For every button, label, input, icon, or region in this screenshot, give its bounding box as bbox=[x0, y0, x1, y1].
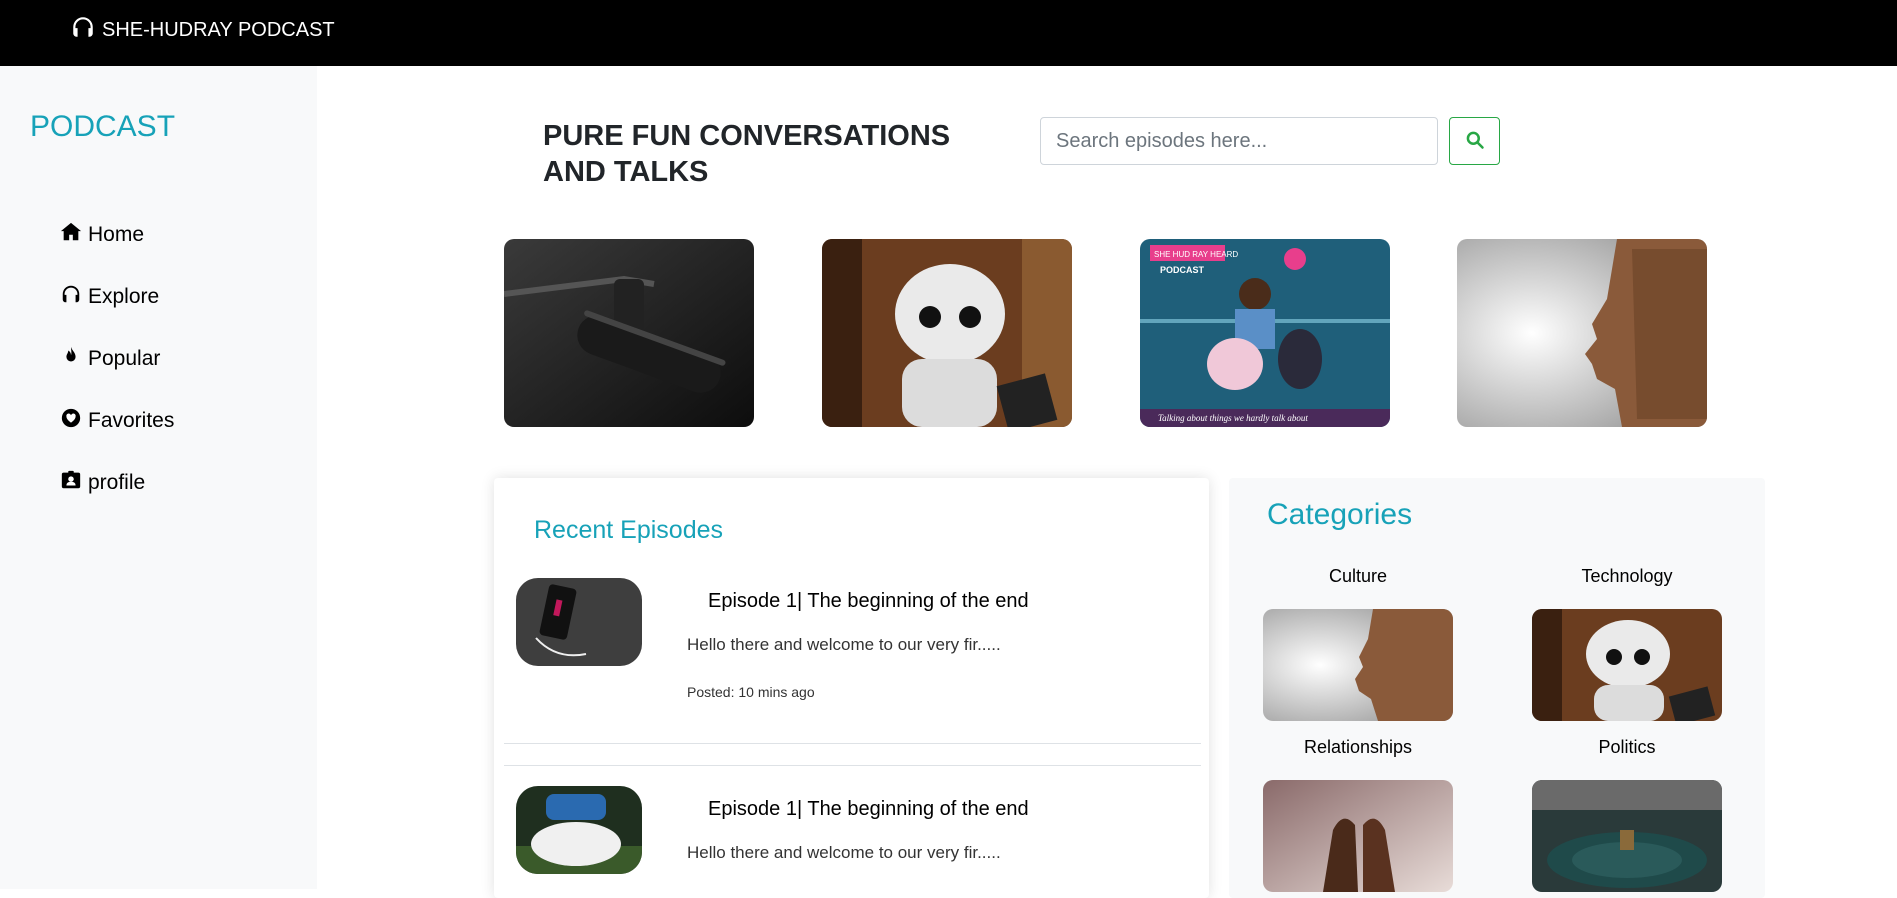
category-label-culture: Culture bbox=[1328, 566, 1388, 586]
episode-title[interactable]: Episode 1| The beginning of the end bbox=[708, 590, 1029, 613]
sidebar-item-explore[interactable]: Explore bbox=[60, 266, 174, 328]
search-input[interactable] bbox=[1040, 117, 1438, 165]
category-culture-image[interactable] bbox=[1263, 609, 1453, 721]
sidebar-item-label: Favorites bbox=[88, 409, 175, 432]
heart-icon bbox=[60, 407, 82, 435]
sidebar-item-label: Home bbox=[88, 223, 145, 246]
divider bbox=[504, 765, 1201, 766]
sidebar-item-profile[interactable]: profile bbox=[60, 452, 174, 514]
sidebar-item-home[interactable]: Home bbox=[60, 204, 174, 266]
divider bbox=[504, 743, 1201, 744]
id-badge-icon bbox=[60, 469, 82, 497]
sidebar-item-label: profile bbox=[88, 471, 146, 494]
sidebar-item-label: Explore bbox=[88, 285, 160, 308]
robot-image[interactable] bbox=[822, 239, 1072, 427]
category-label-politics: Politics bbox=[1598, 737, 1656, 757]
episode-description: Hello there and welcome to our very fir.… bbox=[687, 843, 1001, 862]
faces-silhouette-image[interactable] bbox=[1457, 239, 1707, 427]
sidebar-item-label: Popular bbox=[88, 347, 161, 370]
brand-name: SHE-HUDRAY PODCAST bbox=[102, 18, 335, 41]
recent-episodes-title: Recent Episodes bbox=[534, 516, 724, 544]
podcast-cover-image[interactable]: SHE HUD RAY HEARD PODCAST Talking about … bbox=[1140, 239, 1390, 427]
sidebar: PODCAST Home Explore Popular Favorites p… bbox=[0, 66, 317, 889]
episode-title[interactable]: Episode 1| The beginning of the end bbox=[708, 798, 1029, 821]
sidebar-item-favorites[interactable]: Favorites bbox=[60, 390, 174, 452]
sidebar-item-popular[interactable]: Popular bbox=[60, 328, 174, 390]
headphones-icon bbox=[70, 14, 96, 46]
cover-badge-text: SHE HUD RAY HEARD bbox=[1154, 250, 1238, 259]
episode-thumbnail[interactable] bbox=[516, 578, 642, 666]
cover-title-text: PODCAST bbox=[1160, 265, 1205, 275]
category-label-relationships: Relationships bbox=[1303, 737, 1413, 757]
sidebar-title: PODCAST bbox=[30, 110, 176, 143]
sidebar-nav: Home Explore Popular Favorites profile bbox=[60, 204, 174, 514]
recent-episodes-card: Recent Episodes Episode 1| The beginning… bbox=[494, 478, 1209, 898]
categories-panel: Categories Culture Technology Relationsh… bbox=[1229, 478, 1765, 898]
search-icon bbox=[1465, 130, 1485, 153]
category-relationships-image[interactable] bbox=[1263, 780, 1453, 892]
home-icon bbox=[60, 221, 82, 249]
episode-thumbnail[interactable] bbox=[516, 786, 642, 874]
microphone-image[interactable] bbox=[504, 239, 754, 427]
cover-caption-text: Talking about things we hardly talk abou… bbox=[1158, 413, 1308, 423]
page-headline: PURE FUN CONVERSATIONS AND TALKS bbox=[543, 120, 951, 188]
brand-link[interactable]: SHE-HUDRAY PODCAST bbox=[70, 14, 335, 46]
top-navbar: SHE-HUDRAY PODCAST bbox=[0, 0, 1897, 66]
search-button[interactable] bbox=[1449, 117, 1500, 165]
episode-description: Hello there and welcome to our very fir.… bbox=[687, 635, 1001, 654]
headphones-icon bbox=[60, 283, 82, 311]
fire-icon bbox=[60, 345, 82, 373]
episode-posted-time: Posted: 10 mins ago bbox=[687, 684, 815, 700]
category-politics-image[interactable] bbox=[1532, 780, 1722, 892]
categories-title: Categories bbox=[1267, 498, 1413, 531]
category-technology-image[interactable] bbox=[1532, 609, 1722, 721]
category-label-technology: Technology bbox=[1581, 566, 1673, 586]
